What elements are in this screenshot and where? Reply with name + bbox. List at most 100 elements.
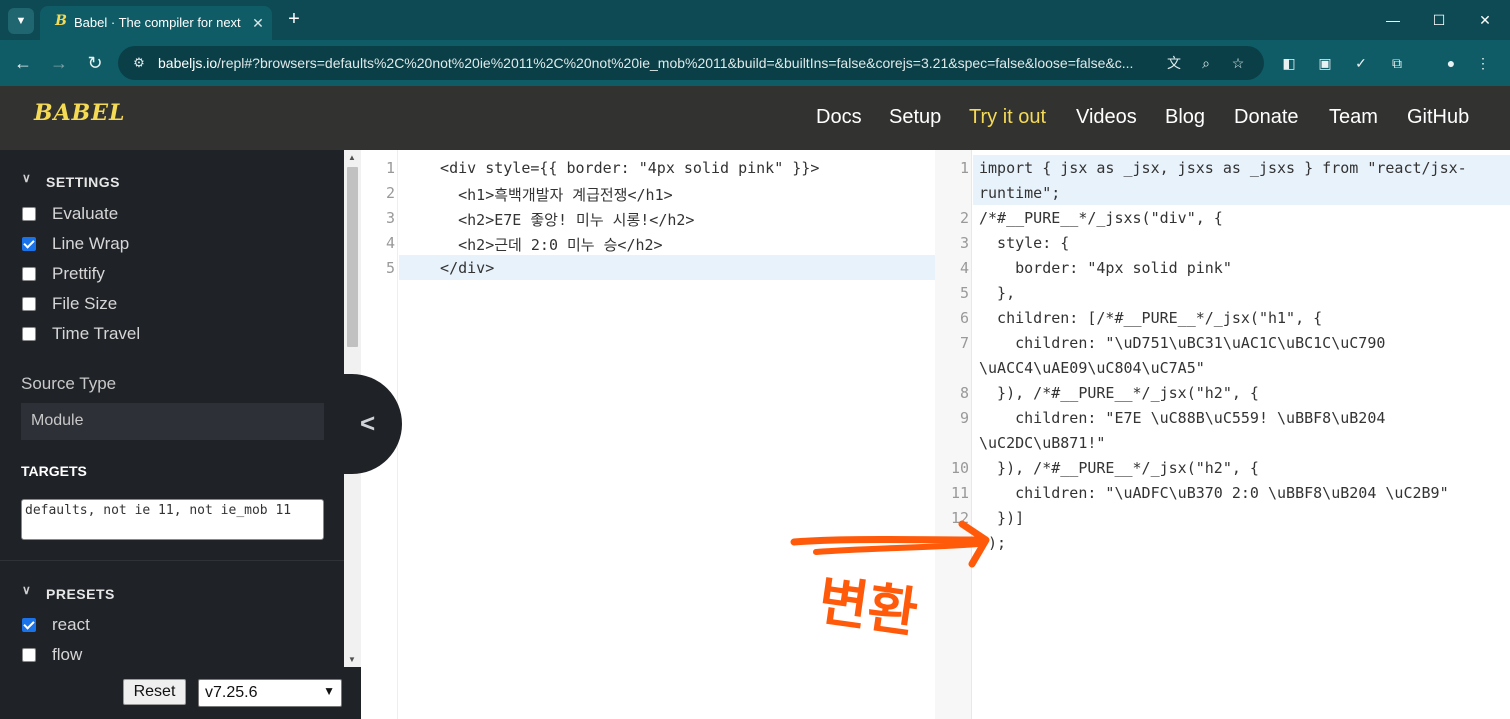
star-icon[interactable]: ☆: [1228, 53, 1248, 73]
forward-button[interactable]: →: [46, 50, 72, 76]
setting-label: Prettify: [52, 264, 105, 283]
source-type-label: Source Type: [21, 374, 117, 393]
preset-react[interactable]: react: [0, 611, 344, 641]
tune-icon[interactable]: ⚙: [130, 54, 148, 72]
sidebar-footer: Reset v7.25.6 ▼: [0, 667, 361, 719]
reload-button[interactable]: ↻: [82, 50, 108, 76]
nav-link-setup[interactable]: Setup: [889, 106, 941, 132]
code-line: children: [/*#__PURE__*/_jsx("h1", {: [979, 309, 1323, 327]
line-number: 4: [959, 259, 969, 277]
babel-favicon-icon: B: [55, 13, 67, 29]
targets-label: TARGETS: [21, 463, 87, 479]
line-number: 9: [959, 409, 969, 427]
repl-sidebar: ∨ SETTINGS Evaluate Line Wrap Prettify F…: [0, 150, 344, 719]
settings-title: SETTINGS: [46, 174, 121, 190]
nav-link-videos[interactable]: Videos: [1076, 106, 1137, 132]
new-tab-button[interactable]: +: [282, 8, 306, 32]
scroll-down-icon[interactable]: ▼: [348, 655, 356, 664]
babel-logo[interactable]: BABEL: [34, 100, 125, 130]
more-menu-icon[interactable]: ⋮: [1470, 50, 1496, 76]
output-code-editor[interactable]: 1 2 3 4 5 6 7 8 9 10 11 12 import { jsx …: [935, 150, 1510, 719]
targets-input[interactable]: defaults, not ie 11, not ie_mob 11: [21, 499, 324, 540]
nav-link-try-it-out[interactable]: Try it out: [969, 106, 1046, 132]
scrollbar-thumb[interactable]: [347, 167, 358, 347]
url-text[interactable]: babeljs.io/repl#?browsers=defaults%2C%20…: [158, 55, 1158, 73]
setting-file-size[interactable]: File Size: [0, 290, 344, 320]
reset-button[interactable]: Reset: [123, 679, 186, 705]
setting-evaluate[interactable]: Evaluate: [0, 200, 344, 230]
line-number: 6: [959, 309, 969, 327]
minimize-button[interactable]: —: [1370, 6, 1416, 34]
time-travel-checkbox[interactable]: [22, 327, 36, 341]
code-line: import { jsx as _jsx, jsxs as _jsxs } fr…: [979, 159, 1467, 177]
code-line: <div style={{ border: "4px solid pink" }…: [422, 159, 820, 177]
nav-link-blog[interactable]: Blog: [1165, 106, 1205, 132]
setting-label: Line Wrap: [52, 234, 130, 253]
code-line: </div>: [422, 259, 495, 277]
preset-label: flow: [52, 645, 83, 664]
setting-prettify[interactable]: Prettify: [0, 260, 344, 290]
tab-close-icon[interactable]: ✕: [248, 13, 268, 33]
preset-label: react: [52, 615, 90, 634]
translate-icon[interactable]: 文: [1164, 53, 1184, 73]
evaluate-checkbox[interactable]: [22, 207, 36, 221]
reload-icon: ↻: [87, 53, 103, 73]
babel-version-select[interactable]: v7.25.6 ▼: [198, 679, 342, 707]
settings-section-header[interactable]: ∨ SETTINGS: [0, 158, 344, 202]
line-number: 1: [385, 159, 395, 177]
scroll-up-icon[interactable]: ▲: [348, 153, 356, 162]
chevron-down-icon: ▼: [323, 684, 335, 698]
code-line: \uC2DC\uB871!": [979, 434, 1106, 452]
chevron-down-icon: ∨: [22, 171, 32, 185]
url-host: babeljs.io: [158, 55, 218, 71]
setting-time-travel[interactable]: Time Travel: [0, 320, 344, 350]
tab-title: Babel · The compiler for next generation…: [74, 15, 242, 30]
tab-list-button[interactable]: ▼: [8, 8, 34, 34]
maximize-button[interactable]: ☐: [1416, 6, 1462, 34]
code-line: children: "\uADFC\uB370 2:0 \uBBF8\uB204…: [979, 484, 1449, 502]
person-icon[interactable]: ●: [1438, 50, 1464, 76]
nav-link-donate[interactable]: Donate: [1234, 106, 1299, 132]
line-number: 4: [385, 234, 395, 252]
chevron-down-icon: ∨: [22, 583, 32, 597]
nav-link-team[interactable]: Team: [1329, 106, 1378, 132]
flow-checkbox[interactable]: [22, 648, 36, 662]
arrow-right-icon: →: [50, 53, 68, 73]
source-type-select[interactable]: Module: [21, 403, 324, 440]
line-number: 1: [959, 159, 969, 177]
presets-title: PRESETS: [46, 586, 115, 602]
code-line: }), /*#__PURE__*/_jsx("h2", {: [979, 384, 1259, 402]
code-line: /*#__PURE__*/_jsxs("div", {: [979, 209, 1223, 227]
window-close-button[interactable]: ✕: [1462, 6, 1508, 34]
setting-line-wrap[interactable]: Line Wrap: [0, 230, 344, 260]
line-number: 5: [385, 259, 395, 277]
line-wrap-checkbox[interactable]: [22, 237, 36, 251]
line-number: 3: [959, 234, 969, 252]
browser-tab[interactable]: B Babel · The compiler for next generati…: [40, 6, 272, 40]
code-line: children: "\uD751\uBC31\uAC1C\uBC1C\uC79…: [979, 334, 1386, 352]
file-size-checkbox[interactable]: [22, 297, 36, 311]
nav-link-docs[interactable]: Docs: [816, 106, 862, 132]
chevron-down-icon: ▼: [15, 15, 27, 27]
code-line: }), /*#__PURE__*/_jsx("h2", {: [979, 459, 1259, 477]
presets-section-header[interactable]: ∨ PRESETS: [0, 570, 344, 614]
back-button[interactable]: ←: [10, 50, 36, 76]
extension-icon[interactable]: ◧: [1276, 50, 1302, 76]
react-checkbox[interactable]: [22, 618, 36, 632]
extension-icon[interactable]: ▣: [1312, 50, 1338, 76]
version-value: v7.25.6: [205, 684, 258, 701]
line-number: 3: [385, 209, 395, 227]
line-number: 8: [959, 384, 969, 402]
browser-tab-bar: ▼ B Babel · The compiler for next genera…: [0, 0, 1510, 40]
section-divider: [0, 560, 344, 561]
code-line: style: {: [979, 234, 1070, 252]
zoom-icon[interactable]: ⌕: [1196, 53, 1216, 73]
nav-link-github[interactable]: GitHub: [1407, 106, 1469, 132]
code-line: border: "4px solid pink": [979, 259, 1232, 277]
prettify-checkbox[interactable]: [22, 267, 36, 281]
line-number: 2: [959, 209, 969, 227]
line-number: 2: [385, 184, 395, 202]
address-bar[interactable]: ⚙ babeljs.io/repl#?browsers=defaults%2C%…: [118, 46, 1264, 80]
check-icon[interactable]: ✓: [1348, 50, 1374, 76]
puzzle-icon[interactable]: ⧉: [1384, 50, 1410, 76]
